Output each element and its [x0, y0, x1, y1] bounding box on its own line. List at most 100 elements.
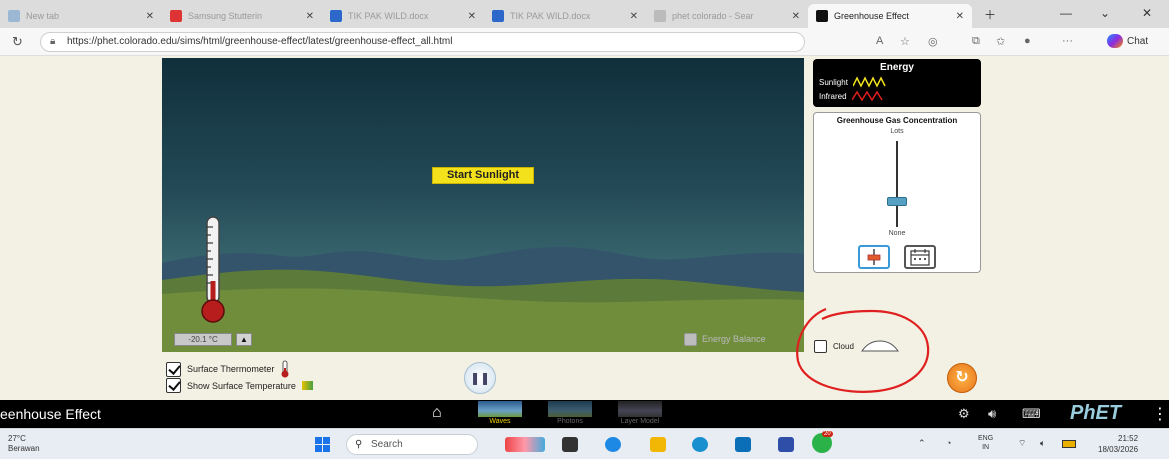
chevron-down-icon[interactable]: ⌄: [1100, 6, 1110, 20]
extensions-icon[interactable]: ◎: [928, 35, 938, 48]
notification-badge: 20: [822, 431, 833, 437]
taskbar-search-input[interactable]: ⚲ Search: [346, 434, 478, 455]
close-tab-icon[interactable]: ✕: [298, 11, 314, 22]
screen-label: Layer Model: [620, 418, 660, 425]
chevron-up-icon[interactable]: ⌃: [918, 438, 926, 449]
tab-label: New tab: [26, 11, 60, 21]
screenshot-root: New tab ✕ Samsung Stutterin ✕ TIK PAK WI…: [0, 0, 1169, 459]
browser-tab-active[interactable]: Greenhouse Effect ✕: [808, 4, 972, 28]
sim-scene: Start Sunlight -20.1 °C ▲ Energy Balance: [162, 58, 804, 352]
legend-row-infrared: Infrared: [819, 90, 886, 102]
tab-label: TIK PAK WILD.docx: [348, 11, 429, 21]
waves-thumbnail: [478, 401, 522, 417]
slider-top-label: Lots: [890, 128, 904, 135]
date-mode-button[interactable]: [904, 245, 936, 269]
reset-all-button[interactable]: ↻: [947, 363, 977, 393]
screen-tab-photons[interactable]: Photons: [548, 401, 592, 427]
favorites-icon[interactable]: ✩: [996, 35, 1005, 48]
checkbox-checked[interactable]: [166, 378, 181, 393]
store-app-icon[interactable]: [735, 437, 751, 452]
browser-app-icon[interactable]: [605, 437, 621, 452]
concentration-slider-track[interactable]: [896, 141, 898, 227]
mini-thermometer-icon: [281, 360, 289, 378]
new-tab-icon[interactable]: ＋: [984, 6, 996, 23]
browser-tab-strip: New tab ✕ Samsung Stutterin ✕ TIK PAK WI…: [0, 0, 1169, 28]
read-aloud-icon[interactable]: A: [876, 35, 883, 47]
url-input[interactable]: 🔒︎ https://phet.colorado.edu/sims/html/g…: [40, 32, 805, 52]
widgets-icon[interactable]: [505, 437, 545, 452]
browser-tab[interactable]: TIK PAK WILD.docx ✕: [484, 4, 646, 28]
file-explorer-icon[interactable]: [650, 437, 666, 452]
sunlight-label: Sunlight: [819, 77, 848, 87]
sim-title: eenhouse Effect: [0, 406, 101, 422]
thermometer-icon[interactable]: [198, 215, 228, 325]
home-icon[interactable]: ⌂: [432, 404, 442, 422]
concentration-title: Greenhouse Gas Concentration: [836, 116, 958, 125]
wifi-icon[interactable]: ⌔: [1018, 438, 1026, 449]
slider-mode-button[interactable]: [858, 245, 890, 269]
split-screen-icon[interactable]: ⧉: [972, 35, 980, 48]
close-tab-icon[interactable]: ✕: [622, 11, 638, 22]
close-tab-icon[interactable]: ✕: [138, 11, 154, 22]
language-indicator[interactable]: ENG IN: [978, 434, 993, 452]
address-bar-row: ↻ 🔒︎ https://phet.colorado.edu/sims/html…: [0, 28, 1169, 56]
close-window-icon[interactable]: ✕: [1142, 6, 1152, 20]
search-favicon-icon: [654, 10, 666, 22]
windows-start-icon[interactable]: [315, 437, 330, 452]
surface-thermometer-checkbox[interactable]: Surface Thermometer: [166, 360, 290, 378]
copilot-icon: [1107, 34, 1123, 48]
weather-widget[interactable]: 27°C Berawan: [8, 434, 40, 454]
sunlight-wave-icon: [852, 76, 886, 88]
edge-app-icon[interactable]: [692, 437, 708, 452]
tab-favicon-icon: [170, 10, 182, 22]
network-icon[interactable]: ◔: [946, 438, 951, 448]
show-surface-temperature-checkbox[interactable]: Show Surface Temperature: [166, 378, 313, 393]
start-sunlight-button[interactable]: Start Sunlight: [432, 167, 534, 184]
task-view-icon[interactable]: [562, 437, 578, 452]
settings-gear-icon[interactable]: ⚙: [958, 406, 970, 422]
lock-icon: 🔒︎: [50, 36, 56, 47]
concentration-slider-thumb[interactable]: [887, 196, 907, 206]
system-clock[interactable]: 21:52 18/03/2026: [1098, 433, 1138, 455]
photos-app-icon[interactable]: [778, 437, 794, 452]
tab-favicon-icon: [8, 10, 20, 22]
legend-row-sunlight: Sunlight: [819, 76, 887, 88]
phet-favicon-icon: [816, 10, 828, 22]
tab-label: phet colorado - Sear: [672, 11, 754, 21]
checkbox-checked[interactable]: [166, 361, 181, 377]
minimize-icon[interactable]: —: [1060, 6, 1072, 20]
browser-tab[interactable]: phet colorado - Sear ✕: [646, 4, 808, 28]
close-tab-icon[interactable]: ✕: [460, 11, 476, 22]
energy-balance-label: Energy Balance: [702, 334, 766, 344]
screen-tab-waves[interactable]: Waves: [478, 401, 522, 427]
screen-label: Photons: [557, 418, 583, 425]
temperature-swatch-icon: [301, 381, 313, 390]
volume-icon[interactable]: 🔈︎: [1040, 438, 1045, 449]
phet-logo[interactable]: PhET: [1070, 402, 1121, 425]
copilot-chat-button[interactable]: Chat: [1107, 34, 1148, 48]
word-doc-icon: [492, 10, 504, 22]
profile-icon[interactable]: ●: [1024, 35, 1031, 47]
play-pause-button[interactable]: ❚❚: [464, 362, 496, 394]
unit-toggle-button[interactable]: ▲: [236, 333, 252, 346]
screen-tab-layer-model[interactable]: Layer Model: [618, 401, 662, 427]
browser-tab[interactable]: New tab ✕: [0, 4, 162, 28]
close-tab-icon[interactable]: ✕: [784, 11, 800, 22]
clock-time: 21:52: [1118, 434, 1139, 443]
reload-icon[interactable]: ↻: [12, 34, 23, 50]
close-tab-icon[interactable]: ✕: [948, 11, 964, 22]
layer-model-thumbnail: [618, 401, 662, 417]
energy-balance-checkbox[interactable]: Energy Balance: [684, 331, 804, 347]
sound-icon[interactable]: 🔊︎: [988, 406, 996, 422]
battery-icon[interactable]: [1062, 440, 1076, 448]
surface-thermometer-label: Surface Thermometer: [187, 364, 275, 374]
keyboard-icon[interactable]: ⌨: [1022, 406, 1041, 422]
browser-tab[interactable]: Samsung Stutterin ✕: [162, 4, 322, 28]
energy-legend: Energy Sunlight Infrared: [813, 59, 981, 107]
tab-label: Samsung Stutterin: [188, 11, 263, 21]
more-menu-icon[interactable]: ···: [1062, 35, 1073, 47]
checkbox-box[interactable]: [684, 332, 697, 346]
browser-tab[interactable]: TIK PAK WILD.docx ✕: [322, 4, 484, 28]
phet-menu-icon[interactable]: ⋮: [1152, 404, 1168, 424]
favorite-star-icon[interactable]: ☆: [900, 35, 910, 48]
